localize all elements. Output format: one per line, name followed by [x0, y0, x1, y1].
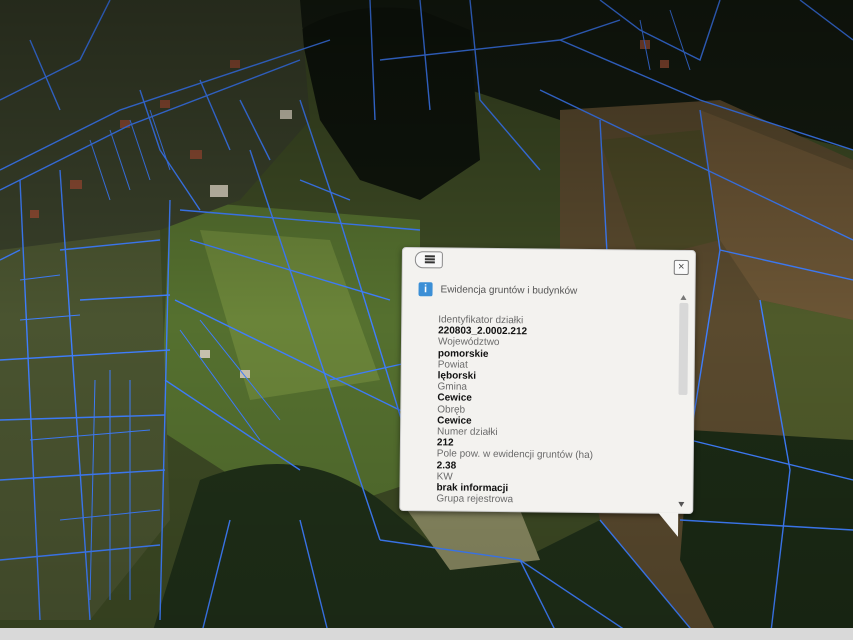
scroll-down-icon[interactable]	[678, 501, 685, 507]
popup-title-row: i Ewidencja gruntów i budynków	[418, 282, 577, 298]
popup-title: Ewidencja gruntów i budynków	[440, 283, 578, 297]
scroll-thumb[interactable]	[678, 302, 689, 395]
field-label: Grupa rejestrowa	[436, 493, 514, 506]
parcel-attributes: Identyfikator działki 220803_2.0002.212 …	[436, 314, 674, 508]
popup-pointer	[657, 512, 679, 537]
parcel-info-popup: × i Ewidencja gruntów i budynków Identyf…	[399, 247, 696, 537]
list-back-icon[interactable]	[414, 251, 443, 269]
info-icon: i	[418, 282, 433, 297]
popup-scrollbar[interactable]	[677, 294, 689, 507]
scroll-up-icon[interactable]	[680, 294, 687, 300]
bottom-bar	[0, 628, 853, 640]
close-icon[interactable]: ×	[673, 259, 689, 276]
